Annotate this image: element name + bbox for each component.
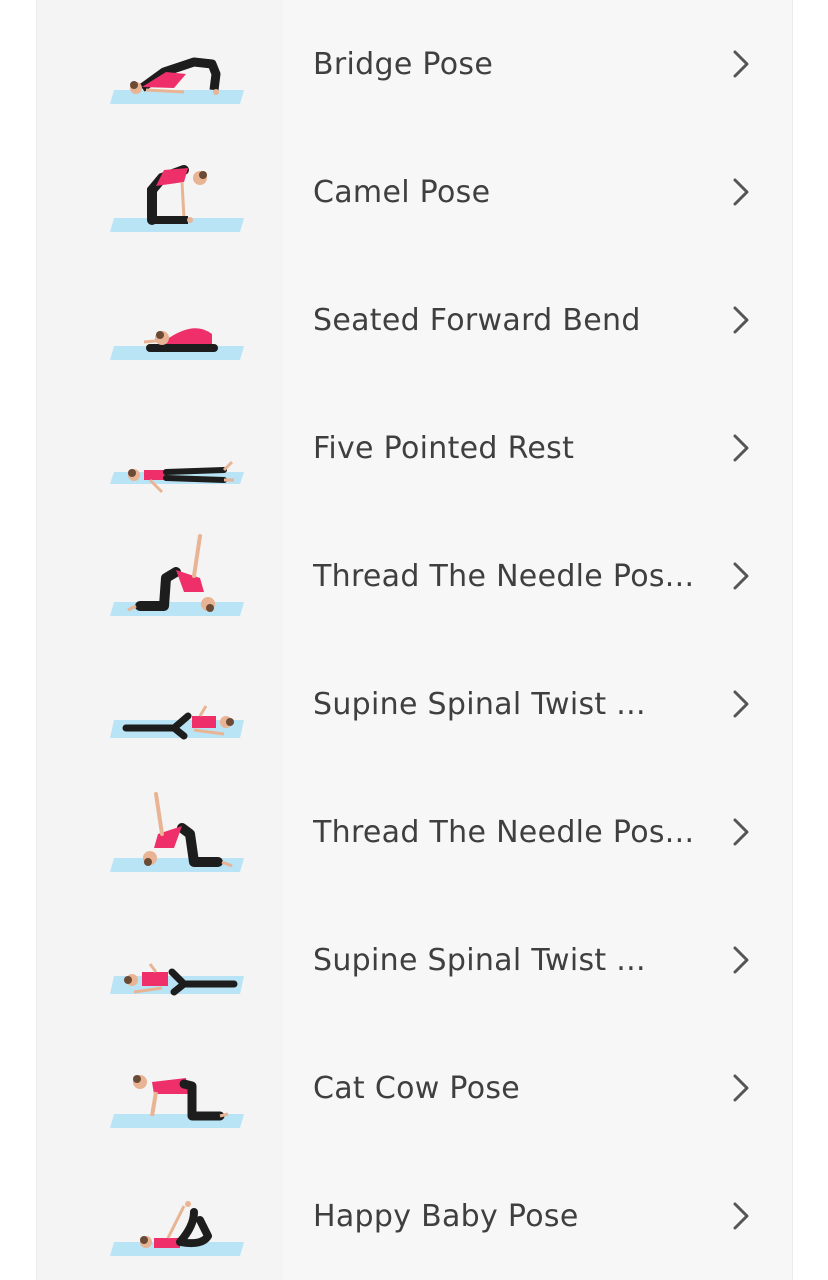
pose-row-bridge[interactable]: Bridge Pose (37, 0, 794, 128)
pose-row-supine-twist-left[interactable]: Supine Spinal Twist ... (37, 896, 794, 1024)
pose-row-thread-needle-left[interactable]: Thread The Needle Pos... (37, 768, 794, 896)
pose-name: Seated Forward Bend (313, 302, 641, 338)
pose-name: Camel Pose (313, 174, 491, 210)
pose-name: Thread The Needle Pos... (313, 558, 695, 594)
five-pointed-rest-illustration (110, 460, 244, 494)
pose-row-supine-twist-right[interactable]: Supine Spinal Twist ... (37, 640, 794, 768)
bridge-pose-illustration (110, 57, 244, 104)
seated-forward-bend-illustration (110, 328, 244, 360)
chevron-right-icon[interactable] (729, 558, 753, 594)
supine-spinal-twist-illustration (110, 963, 244, 996)
thread-the-needle-illustration (110, 534, 244, 616)
supine-spinal-twist-illustration (110, 705, 244, 740)
pose-row-five-pointed-rest[interactable]: Five Pointed Rest (37, 384, 794, 512)
pose-row-happy-baby[interactable]: Happy Baby Pose (37, 1152, 794, 1280)
chevron-right-icon[interactable] (729, 46, 753, 82)
camel-pose-illustration (110, 165, 244, 232)
pose-name: Bridge Pose (313, 46, 494, 82)
pose-row-thread-needle-right[interactable]: Thread The Needle Pos... (37, 512, 794, 640)
chevron-right-icon[interactable] (729, 302, 753, 338)
chevron-right-icon[interactable] (729, 174, 753, 210)
cat-cow-pose-illustration (110, 1075, 244, 1128)
chevron-right-icon[interactable] (729, 814, 753, 850)
pose-row-cat-cow[interactable]: Cat Cow Pose (37, 1024, 794, 1152)
chevron-right-icon[interactable] (729, 686, 753, 722)
chevron-right-icon[interactable] (729, 430, 753, 466)
pose-row-forward-bend[interactable]: Seated Forward Bend (37, 256, 794, 384)
pose-name: Supine Spinal Twist ... (313, 942, 646, 978)
chevron-right-icon[interactable] (729, 942, 753, 978)
pose-list-panel: Bridge Pose Camel Pose Seated Forward Be… (36, 0, 793, 1280)
chevron-right-icon[interactable] (729, 1198, 753, 1234)
thread-the-needle-illustration (110, 792, 244, 872)
happy-baby-pose-illustration (110, 1201, 244, 1256)
chevron-right-icon[interactable] (729, 1070, 753, 1106)
pose-name: Five Pointed Rest (313, 430, 575, 466)
pose-name: Thread The Needle Pos... (313, 814, 695, 850)
pose-name: Cat Cow Pose (313, 1070, 521, 1106)
pose-name: Happy Baby Pose (313, 1198, 579, 1234)
pose-row-camel[interactable]: Camel Pose (37, 128, 794, 256)
pose-name: Supine Spinal Twist ... (313, 686, 646, 722)
